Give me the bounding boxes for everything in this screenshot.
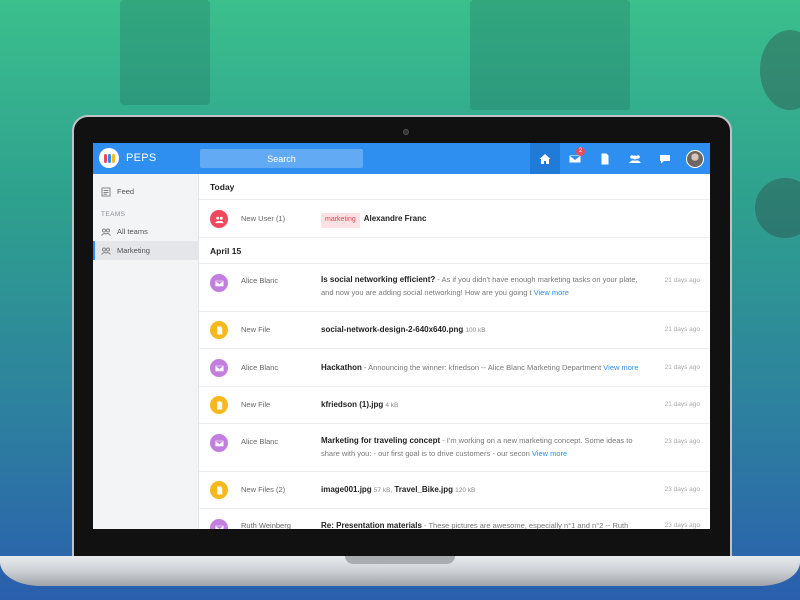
- list-item[interactable]: New Files (2) image001.jpg 57 kB, Travel…: [199, 472, 710, 509]
- item-time: 21 days ago: [664, 401, 700, 408]
- item-time: 21 days ago: [664, 326, 700, 333]
- item-actor: New File: [241, 400, 271, 409]
- item-title[interactable]: Hackathon: [321, 363, 362, 372]
- item-content: kfriedson (1).jpg 4 kB: [321, 399, 651, 413]
- nav-files-button[interactable]: [590, 143, 620, 174]
- item-content: image001.jpg 57 kB, Travel_Bike.jpg 120 …: [321, 484, 651, 498]
- group-heading-today: Today: [199, 174, 710, 200]
- item-time: 21 days ago: [664, 364, 700, 371]
- nav-mail-button[interactable]: 2: [560, 143, 590, 174]
- item-excerpt: - Announcing the winner: kfriedson -- Al…: [361, 363, 604, 372]
- users-icon: [101, 228, 111, 236]
- app-screen: PEPS 2 Feed TEAMS: [93, 143, 710, 529]
- item-time: 23 days ago: [664, 438, 700, 445]
- message-icon: [210, 519, 228, 529]
- background-window: [120, 0, 210, 105]
- nav-icons: 2: [530, 143, 710, 174]
- background-window: [470, 0, 630, 110]
- sidebar: Feed TEAMS All teams Marketing: [93, 174, 199, 529]
- item-excerpt: - These pictures are awesome, especially…: [421, 521, 629, 529]
- item-actor: New File: [241, 325, 271, 334]
- file-size: 100 kB: [465, 327, 486, 334]
- file-name[interactable]: Travel_Bike.jpg: [394, 485, 453, 494]
- file-icon: [210, 396, 228, 414]
- team-tag[interactable]: marketing: [321, 213, 360, 228]
- group-heading-april-15: April 15: [199, 238, 710, 264]
- avatar-image: [686, 149, 704, 168]
- file-name[interactable]: image001.jpg: [321, 485, 372, 494]
- chat-icon: [660, 154, 670, 163]
- sidebar-item-all-teams[interactable]: All teams: [93, 222, 199, 241]
- item-time: 23 days ago: [664, 522, 700, 529]
- users-icon: [629, 154, 641, 163]
- item-actor: New Files (2): [241, 485, 286, 494]
- message-icon: [210, 359, 228, 377]
- list-item[interactable]: Ruth Weinberg Re: Presentation materials…: [199, 509, 710, 529]
- item-content: social-network-design-2-640x640.png 100 …: [321, 324, 651, 338]
- item-content: Re: Presentation materials - These pictu…: [321, 520, 651, 529]
- file-size: 4 kB: [385, 402, 399, 409]
- message-icon: [210, 434, 228, 452]
- file-name[interactable]: kfriedson (1).jpg: [321, 400, 383, 409]
- nav-chat-button[interactable]: [650, 143, 680, 174]
- list-item[interactable]: New File social-network-design-2-640x640…: [199, 312, 710, 349]
- activity-feed: Today New User (1) marketing Alexandre Fr…: [199, 174, 710, 529]
- laptop-notch: [345, 556, 455, 564]
- item-actor: Alice Blanc: [241, 437, 279, 446]
- view-more-link[interactable]: View more: [532, 449, 567, 458]
- sidebar-item-marketing[interactable]: Marketing: [93, 241, 199, 260]
- teams-heading: TEAMS: [101, 211, 126, 218]
- sidebar-item-feed[interactable]: Feed: [93, 182, 199, 201]
- item-actor: Ruth Weinberg: [241, 521, 291, 529]
- app-title: PEPS: [126, 152, 157, 164]
- item-time: 21 days ago: [664, 277, 700, 284]
- list-item[interactable]: Alice Blanc Hackathon - Announcing the w…: [199, 349, 710, 387]
- view-more-link[interactable]: View more: [603, 363, 638, 372]
- feed-icon: [101, 187, 111, 196]
- item-actor: Alice Blanc: [241, 363, 279, 372]
- item-title[interactable]: Marketing for traveling concept: [321, 436, 440, 445]
- list-item[interactable]: Alice Blanc Marketing for traveling conc…: [199, 424, 710, 472]
- file-size: 120 kB: [455, 487, 476, 494]
- top-bar: PEPS 2: [93, 143, 710, 174]
- file-icon: [210, 481, 228, 499]
- file-name[interactable]: social-network-design-2-640x640.png: [321, 325, 463, 334]
- sidebar-item-label: All teams: [117, 227, 148, 236]
- mail-badge: 2: [576, 147, 585, 156]
- list-item[interactable]: Alice Blanc Is social networking efficie…: [199, 264, 710, 312]
- background-person: [760, 30, 800, 110]
- list-item[interactable]: New User (1) marketing Alexandre Franc: [199, 200, 710, 238]
- item-content: marketing Alexandre Franc: [321, 213, 651, 228]
- list-item[interactable]: New File kfriedson (1).jpg 4 kB 21 days …: [199, 387, 710, 424]
- user-avatar[interactable]: [680, 143, 710, 174]
- camera: [403, 129, 409, 135]
- item-title[interactable]: Alexandre Franc: [364, 214, 427, 223]
- item-time: 23 days ago: [664, 486, 700, 493]
- app-logo-icon[interactable]: [99, 148, 119, 168]
- users-icon: [101, 247, 111, 255]
- sidebar-item-label: Feed: [117, 187, 135, 196]
- view-more-link[interactable]: View more: [534, 288, 569, 297]
- sidebar-item-label: Marketing: [117, 246, 150, 255]
- item-content: Is social networking efficient? - As if …: [321, 274, 651, 299]
- file-size: 57 kB,: [373, 487, 393, 494]
- nav-teams-button[interactable]: [620, 143, 650, 174]
- item-content: Marketing for traveling concept - I'm wo…: [321, 435, 651, 460]
- item-title[interactable]: Re: Presentation materials: [321, 521, 422, 529]
- search-input[interactable]: [200, 149, 363, 168]
- file-icon: [601, 153, 609, 164]
- item-actor: Alice Blanc: [241, 276, 279, 285]
- message-icon: [210, 274, 228, 292]
- item-title[interactable]: Is social networking efficient?: [321, 275, 435, 284]
- file-icon: [210, 321, 228, 339]
- home-icon: [539, 153, 551, 164]
- nav-home-button[interactable]: [530, 143, 560, 174]
- item-content: Hackathon - Announcing the winner: kfrie…: [321, 362, 661, 375]
- new-user-icon: [210, 210, 228, 228]
- background-person: [755, 178, 800, 238]
- item-actor: New User (1): [241, 214, 286, 223]
